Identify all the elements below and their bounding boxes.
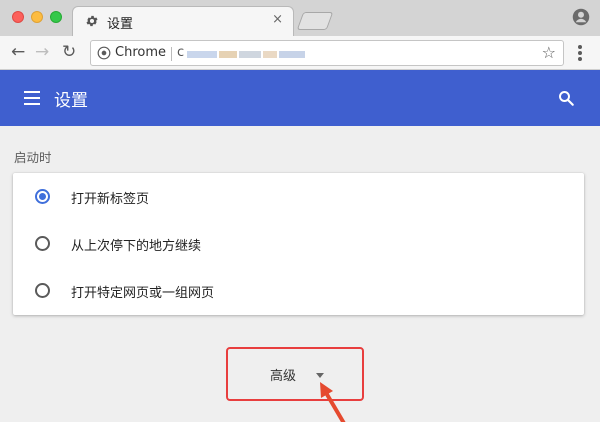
settings-header: 设置	[0, 70, 600, 126]
gear-icon	[86, 15, 98, 27]
close-icon[interactable]: ×	[272, 12, 283, 27]
search-icon[interactable]	[557, 89, 575, 107]
omnibox-separator	[171, 47, 172, 61]
section-heading: 启动时	[14, 150, 52, 165]
close-window-button[interactable]	[12, 11, 24, 23]
radio-button[interactable]	[35, 283, 50, 298]
maximize-window-button[interactable]	[50, 11, 62, 23]
advanced-label: 高级	[270, 369, 297, 384]
reload-icon[interactable]: ↻	[62, 43, 76, 61]
startup-options-card: 打开新标签页 从上次停下的地方继续 打开特定网页或一组网页	[13, 173, 584, 315]
redacted-url	[239, 51, 261, 58]
address-bar[interactable]: Chrome c ☆	[90, 40, 564, 66]
minimize-window-button[interactable]	[31, 11, 43, 23]
menu-icon[interactable]	[24, 91, 40, 105]
chevron-down-icon	[316, 373, 324, 378]
tab-title: 设置	[107, 17, 134, 32]
tab-settings[interactable]: 设置 ×	[72, 6, 294, 36]
radio-option-new-tab[interactable]: 打开新标签页	[13, 173, 584, 220]
tab-strip: 设置 ×	[0, 0, 600, 36]
redacted-url	[279, 51, 305, 58]
bookmark-star-icon[interactable]: ☆	[542, 43, 556, 62]
browser-toolbar: ← → ↻ Chrome c ☆	[0, 36, 600, 70]
radio-option-continue[interactable]: 从上次停下的地方继续	[13, 220, 584, 267]
option-label: 从上次停下的地方继续	[71, 239, 202, 254]
redacted-url	[187, 51, 217, 58]
back-icon[interactable]: ←	[11, 43, 25, 61]
more-menu-icon[interactable]	[578, 45, 582, 61]
option-label: 打开特定网页或一组网页	[71, 286, 215, 301]
redacted-url	[263, 51, 277, 58]
chrome-page-icon	[97, 46, 111, 60]
page-title: 设置	[54, 91, 88, 111]
new-tab-button[interactable]	[296, 12, 334, 30]
omnibox-origin-label: Chrome	[115, 45, 166, 60]
redacted-url	[219, 51, 237, 58]
settings-content: 启动时 打开新标签页 从上次停下的地方继续 打开特定网页或一组网页 高级	[0, 126, 600, 422]
forward-icon[interactable]: →	[35, 43, 49, 61]
annotation-arrow	[320, 382, 346, 422]
radio-button[interactable]	[35, 236, 50, 251]
url-text: c	[177, 45, 185, 60]
profile-icon[interactable]	[572, 8, 590, 26]
option-label: 打开新标签页	[71, 192, 150, 207]
radio-button[interactable]	[35, 189, 50, 204]
radio-option-specific-pages[interactable]: 打开特定网页或一组网页	[13, 267, 584, 314]
